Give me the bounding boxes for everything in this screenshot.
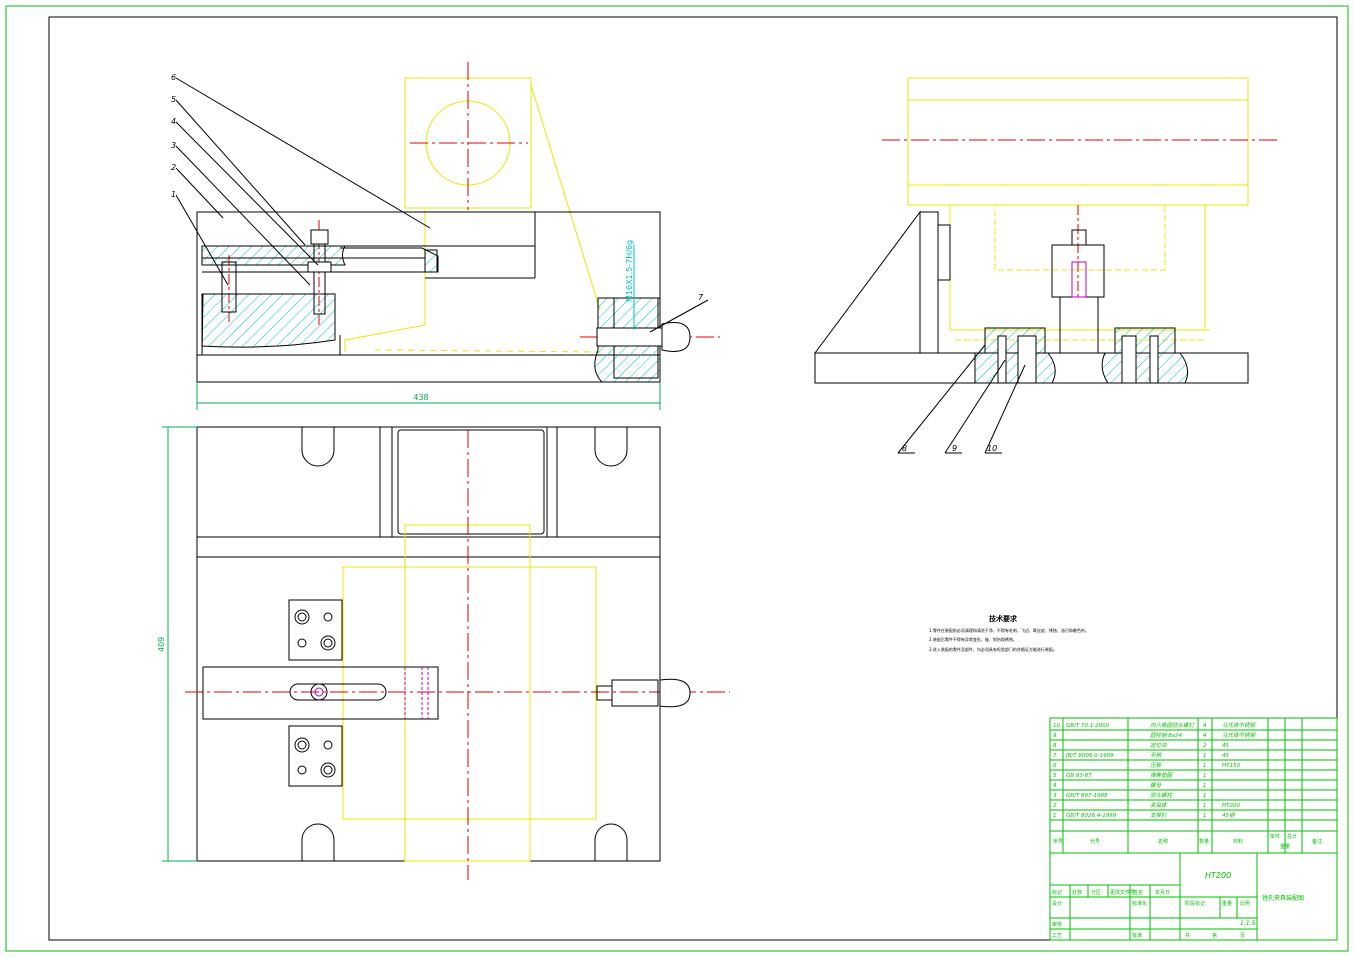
tb-scale: 1:1.5 xyxy=(1240,920,1256,927)
bom-row-4-no: 4 xyxy=(1053,783,1057,789)
side-view: 8 9 10 xyxy=(814,77,1280,454)
tb-weight: 重量 xyxy=(1222,900,1232,907)
bom-row-8-name: 定位块 xyxy=(1150,742,1167,749)
tech-line-1: 1.零件在装配前必须清理和清洗干净，不得有毛刺、飞边、氧化皮、锈蚀、油污和着色剂… xyxy=(929,627,1089,633)
bom-header-total: 总计 xyxy=(1287,833,1297,840)
bom-row-6-qty: 1 xyxy=(1203,763,1207,769)
bom-row-3-qty: 1 xyxy=(1203,793,1207,799)
bom-row-7-qty: 1 xyxy=(1203,753,1207,759)
tb-review: 审核 xyxy=(1052,921,1062,928)
bom-row-6-no: 6 xyxy=(1053,763,1057,769)
bom-row-3-name: 双头螺柱 xyxy=(1150,792,1174,799)
tb-process: 工艺 xyxy=(1052,933,1062,939)
tb-approve: 批准 xyxy=(1132,932,1142,939)
tb-scale-label: 比例 xyxy=(1240,900,1250,907)
tech-line-3: 3.进入装配的零件及部件，均必须具有检验部门的合格证方能进行装配。 xyxy=(929,646,1057,652)
height-dimension: 409 xyxy=(157,637,166,652)
bom-row-6-name: 压板 xyxy=(1150,762,1163,769)
balloon-1: 1 xyxy=(171,190,176,199)
bom-row-7-no: 7 xyxy=(1053,753,1057,759)
tb-sheets: 共 xyxy=(1185,932,1190,939)
balloon-7: 7 xyxy=(698,293,704,302)
bom-row-9-no: 9 xyxy=(1053,733,1057,739)
bom-header-single: 单件 xyxy=(1270,833,1280,840)
bom-row-10-qty: 4 xyxy=(1203,723,1207,729)
bom-row-1-qty: 1 xyxy=(1203,813,1207,819)
bom-row-9-name: 圆柱销 8x24 xyxy=(1150,732,1183,739)
bom-row-5-code: GB 93-87 xyxy=(1066,773,1092,779)
tb-zone: 分区 xyxy=(1091,889,1101,896)
balloon-2: 2 xyxy=(171,163,176,172)
bom-row-2-name: 夹具体 xyxy=(1150,802,1168,809)
bom-row-8-no: 8 xyxy=(1053,743,1057,749)
bom-row-2-material: HT200 xyxy=(1222,803,1240,809)
tb-standard: 标准化 xyxy=(1132,900,1147,907)
bom-header-code: 代号 xyxy=(1090,838,1100,845)
tb-page: 页 xyxy=(1240,933,1245,939)
balloon-5: 5 xyxy=(171,95,176,104)
tb-sign: 签名 xyxy=(1133,889,1143,896)
bom-row-1-material: 45钢 xyxy=(1222,812,1236,819)
tech-requirements: 技术要求 1.零件在装配前必须清理和清洗干净，不得有毛刺、飞边、氧化皮、锈蚀、油… xyxy=(929,614,1089,652)
balloon-9: 9 xyxy=(952,444,957,453)
bom-row-4-name: 螺母 xyxy=(1150,782,1162,789)
bom-row-3-no: 3 xyxy=(1053,793,1057,799)
bom-row-7-code: JB/T 8006.0-1999 xyxy=(1065,753,1114,759)
tech-title: 技术要求 xyxy=(989,614,1018,623)
bom-row-7-name: 手柄 xyxy=(1150,752,1163,759)
tb-material: HT200 xyxy=(1205,871,1231,880)
bom-row-10-name: 内六角圆柱头螺钉 xyxy=(1150,722,1196,729)
tb-count: 处数 xyxy=(1072,889,1082,896)
bom-row-5-no: 5 xyxy=(1053,773,1057,779)
bom-row-1-name: 支撑钉 xyxy=(1150,812,1168,819)
bom-row-9-material: 马氏体不锈钢 xyxy=(1222,732,1257,739)
balloon-10: 10 xyxy=(987,444,997,453)
balloon-8: 8 xyxy=(902,444,907,453)
tb-mark: 标记 xyxy=(1052,889,1062,896)
outer-border xyxy=(5,5,1349,952)
tb-drawing-name: 镗孔夹具装配图 xyxy=(1262,894,1304,902)
bom-header-name: 名称 xyxy=(1158,838,1168,845)
drawing-canvas: M16X1.5-7H/6g 438 6 5 4 3 2 1 7 8 9 10 4… xyxy=(5,5,1349,952)
bom-row-2-no: 2 xyxy=(1053,803,1057,809)
width-dimension: 438 xyxy=(413,393,428,402)
top-view: 409 xyxy=(157,426,730,880)
tb-date: 年月日 xyxy=(1155,889,1170,896)
bom-header-qty: 数量 xyxy=(1199,838,1209,845)
bom-row-10-no: 10 xyxy=(1053,723,1060,729)
bom-row-8-qty: 2 xyxy=(1203,743,1207,749)
bom-row-8-material: 45 xyxy=(1222,743,1229,749)
balloon-3: 3 xyxy=(171,141,176,150)
bom-row-4-qty: 1 xyxy=(1203,783,1207,789)
bom-row-9-qty: 4 xyxy=(1203,733,1207,739)
balloon-4: 4 xyxy=(171,117,176,126)
tech-line-2: 2.装配后零件不得有异常变形、碰、划伤和锈蚀。 xyxy=(929,636,1017,642)
bom-header-material: 材料 xyxy=(1233,838,1243,845)
bom-header-no: 序号 xyxy=(1053,838,1063,845)
bom-row-10-code: GB/T 70.1-2000 xyxy=(1066,723,1110,729)
bom-row-1-no: 1 xyxy=(1053,813,1057,819)
balloon-6: 6 xyxy=(171,73,176,82)
thread-label: M16X1.5-7H/6g xyxy=(625,240,634,302)
bom-row-5-name: 弹簧垫圈 xyxy=(1150,772,1174,779)
tb-design: 设计 xyxy=(1052,900,1062,907)
bom-row-7-material: 45 xyxy=(1222,753,1229,759)
bom-row-6-material: HT150 xyxy=(1222,763,1240,769)
bom-header-weight: 重量 xyxy=(1280,843,1290,850)
bom-header-note: 备注 xyxy=(1312,838,1322,845)
bom-row-5-qty: 1 xyxy=(1203,773,1207,779)
bom-row-10-material: 马氏体不锈钢 xyxy=(1222,722,1257,729)
bom-row-3-code: GB/T 897-1988 xyxy=(1066,793,1108,799)
tb-sheet: 第 xyxy=(1212,932,1217,939)
bom-row-1-code: GB/T 8026.4-1999 xyxy=(1066,813,1117,819)
tb-stage: 阶段标记 xyxy=(1185,900,1205,907)
front-view: M16X1.5-7H/6g 438 6 5 4 3 2 1 7 xyxy=(171,62,720,410)
bom-row-2-qty: 1 xyxy=(1203,803,1207,809)
tb-change-doc: 更改文件号 xyxy=(1110,889,1135,896)
inner-border xyxy=(48,16,1338,941)
